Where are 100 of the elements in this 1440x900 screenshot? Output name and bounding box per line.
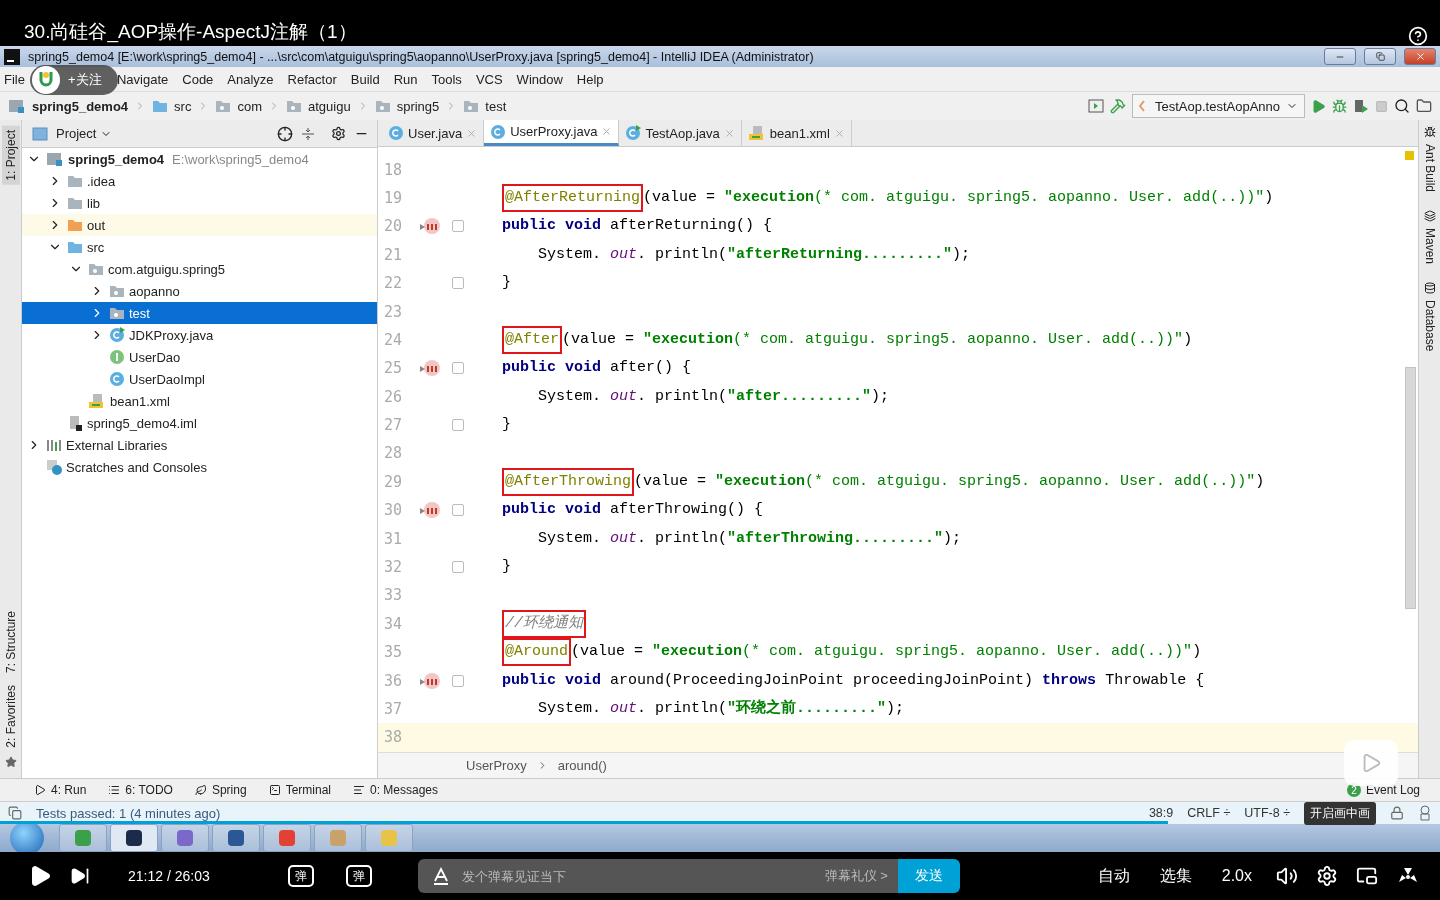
picture-in-picture-icon[interactable]: [1356, 865, 1378, 887]
menu-item[interactable]: Run: [393, 71, 418, 87]
locate-icon[interactable]: [277, 125, 293, 142]
tree-item[interactable]: test: [22, 302, 377, 324]
tree-item[interactable]: spring5_demo4 E:\work\spring5_demo4: [22, 148, 377, 170]
tool-tab[interactable]: 4: Run: [34, 783, 87, 797]
xml-file-icon: [88, 393, 106, 409]
tree-item[interactable]: bean1.xml: [22, 390, 377, 412]
encoding[interactable]: UTF-8 ÷: [1244, 806, 1290, 820]
search-icon[interactable]: [1394, 98, 1410, 114]
run-icon[interactable]: [1311, 98, 1326, 114]
fold-marker-icon[interactable]: [451, 277, 464, 290]
tree-item[interactable]: lib: [22, 192, 377, 214]
fold-marker-icon[interactable]: [451, 220, 464, 233]
tree-item[interactable]: .idea: [22, 170, 377, 192]
taskbar-app[interactable]: [212, 824, 260, 852]
breadcrumb-item[interactable]: UserProxy: [466, 757, 527, 773]
player-control[interactable]: 自动: [1097, 865, 1130, 887]
line-separator[interactable]: CRLF ÷: [1187, 806, 1231, 820]
lock-icon[interactable]: [1390, 806, 1404, 820]
tool-tab[interactable]: 6: TODO: [108, 783, 173, 797]
menu-item[interactable]: VCS: [475, 71, 503, 87]
line-number: 38: [383, 728, 404, 747]
taskbar-app[interactable]: [110, 824, 158, 852]
tree-item[interactable]: src: [22, 236, 377, 258]
danmaku-toggle[interactable]: 弹: [345, 865, 372, 887]
tool-window-tab[interactable]: Maven: [1420, 226, 1439, 267]
editor-tab[interactable]: UserProxy.java: [484, 120, 620, 147]
menu-item[interactable]: Navigate: [116, 71, 169, 87]
tree-item[interactable]: JDKProxy.java: [22, 324, 377, 346]
editor-tab[interactable]: bean1.xml: [741, 120, 852, 147]
inspector-icon[interactable]: [1418, 805, 1432, 821]
tool-tab[interactable]: Spring: [194, 783, 247, 797]
class-run-icon: [625, 125, 642, 142]
tree-item[interactable]: UserDaoImpl: [22, 368, 377, 390]
coverage-icon[interactable]: [1353, 98, 1369, 114]
tool-window-tab[interactable]: 2: Favorites: [1, 681, 20, 752]
next-icon[interactable]: [70, 866, 90, 886]
breadcrumb-item[interactable]: src: [174, 98, 192, 114]
code-line: (value = "execution(* com. atguigu. spring5. aopanno. User. add(..))"): [643, 187, 1274, 208]
fold-marker-icon[interactable]: [451, 362, 464, 375]
breadcrumb-item[interactable]: around(): [557, 757, 607, 773]
help-icon[interactable]: [1408, 26, 1428, 46]
debug-icon[interactable]: [1332, 98, 1347, 114]
hammer-icon[interactable]: [1109, 98, 1126, 114]
tree-item[interactable]: UserDao: [22, 346, 377, 368]
settings-icon[interactable]: [331, 126, 346, 141]
danmaku-toggle[interactable]: 弹: [287, 865, 314, 887]
tree-item[interactable]: Scratches and Consoles: [22, 456, 377, 478]
breadcrumb-item[interactable]: spring5_demo4: [32, 98, 129, 114]
tool-window-tab[interactable]: 7: Structure: [1, 607, 20, 678]
tool-tab[interactable]: Terminal: [268, 783, 331, 797]
caret-position[interactable]: 38:9: [1148, 806, 1174, 820]
breadcrumb-item[interactable]: com: [237, 98, 262, 114]
fold-marker-icon[interactable]: [451, 504, 464, 517]
tree-item[interactable]: aopanno: [22, 280, 377, 302]
line-number: 34: [383, 614, 404, 633]
danmaku-input[interactable]: 发个弹幕见证当下 弹幕礼仪 >: [417, 859, 898, 893]
code-line: public void around(ProceedingJoinPoint proceedingJoinPoint) throws Throwable {: [502, 670, 1205, 691]
collapse-all-icon[interactable]: [301, 126, 315, 141]
highlight-box: //环绕通知: [502, 609, 586, 638]
player-control[interactable]: 选集: [1159, 865, 1192, 887]
tree-item[interactable]: out: [22, 214, 377, 236]
package-icon: [109, 306, 125, 320]
menu-item[interactable]: Build: [350, 71, 380, 87]
code-line: System. out. println("afterReturning.........");: [538, 244, 971, 265]
fold-marker-icon[interactable]: [451, 419, 464, 432]
menu-item[interactable]: Analyze: [227, 71, 274, 87]
breadcrumb-item[interactable]: test: [485, 98, 507, 114]
menu-item[interactable]: Refactor: [287, 71, 337, 87]
window-icon[interactable]: [1087, 99, 1104, 113]
editor-tab[interactable]: TestAop.java: [619, 120, 742, 147]
breadcrumb-item[interactable]: atguigu: [308, 98, 351, 114]
fold-marker-icon[interactable]: [451, 561, 464, 574]
etiquette-link[interactable]: 弹幕礼仪 >: [824, 867, 888, 885]
player-control[interactable]: 2.0x: [1221, 867, 1252, 885]
menu-item[interactable]: Help: [576, 71, 604, 87]
tool-window-tab[interactable]: Ant Build: [1420, 142, 1439, 195]
breadcrumb-item[interactable]: spring5: [396, 98, 440, 114]
tree-item[interactable]: spring5_demo4.iml: [22, 412, 377, 434]
tree-item[interactable]: com.atguigu.spring5: [22, 258, 377, 280]
menu-item[interactable]: Window: [516, 71, 563, 87]
tool-window-tab[interactable]: 1: Project: [1, 126, 20, 185]
tree-item[interactable]: External Libraries: [22, 434, 377, 456]
run-config-dropdown[interactable]: TestAop.testAopAnno: [1131, 94, 1305, 118]
menu-item[interactable]: Code: [182, 71, 214, 87]
menu-item[interactable]: File: [4, 71, 25, 87]
volume-icon[interactable]: [1276, 865, 1298, 887]
minimize-button[interactable]: [1324, 48, 1356, 65]
follow-button[interactable]: +关注: [30, 65, 118, 95]
project-view-selector[interactable]: Project: [56, 126, 113, 141]
tool-tab[interactable]: 0: Messages: [353, 783, 439, 797]
fold-marker-icon[interactable]: [451, 674, 464, 687]
layout-icon[interactable]: [8, 806, 22, 820]
tool-window-tab[interactable]: Database: [1420, 298, 1439, 354]
maximize-button[interactable]: [1364, 48, 1396, 65]
scrollbar[interactable]: [1405, 367, 1416, 610]
menu-item[interactable]: Tools: [431, 71, 462, 87]
project-structure-icon[interactable]: [1416, 98, 1432, 114]
line-number: 29: [383, 472, 404, 491]
